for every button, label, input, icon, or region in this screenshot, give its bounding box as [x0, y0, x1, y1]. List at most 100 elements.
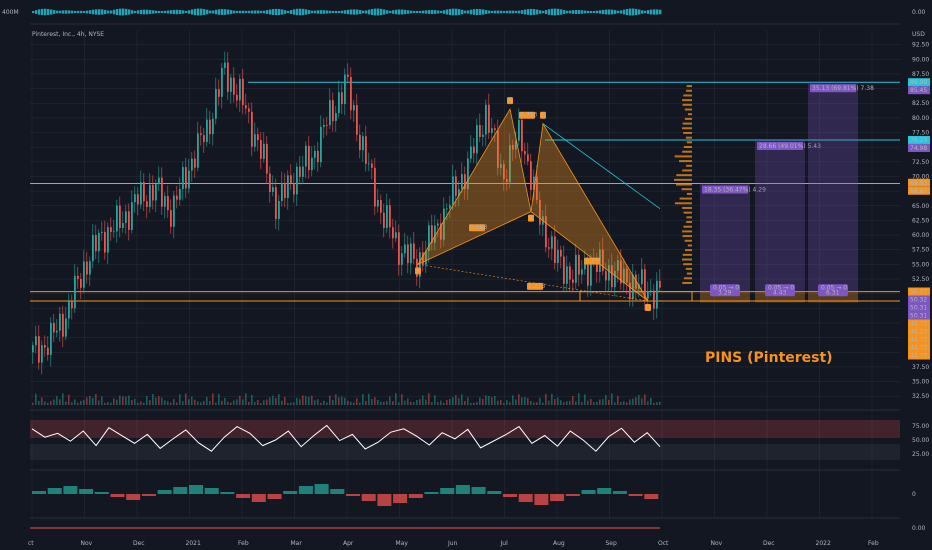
top-indicator-bar: [581, 10, 584, 14]
top-indicator-bar: [422, 10, 425, 14]
top-indicator-bar: [440, 10, 443, 14]
volume-bar: [332, 399, 334, 405]
volume-bar: [395, 393, 397, 405]
candle-body: [407, 244, 409, 264]
volume-profile-bar: [684, 108, 692, 111]
histogram-bar: [32, 491, 46, 494]
volume-bar: [473, 402, 475, 405]
candle-body: [248, 108, 250, 112]
top-indicator-bar: [137, 10, 140, 14]
volume-bar: [386, 401, 388, 405]
volume-bar: [158, 396, 160, 405]
histogram-bar: [110, 494, 125, 497]
top-indicator-bar: [299, 8, 302, 16]
top-indicator-bar: [167, 10, 170, 14]
volume-profile-bar: [682, 230, 692, 233]
volume-bar: [281, 400, 283, 405]
candle-body: [299, 166, 301, 177]
volume-bar: [41, 397, 43, 405]
top-indicator-bar: [311, 10, 314, 14]
top-indicator-bar: [362, 10, 365, 14]
bottom-indicator-value: 0.00: [912, 525, 926, 532]
volume-profile-bar: [683, 263, 692, 266]
volume-profile-bar: [683, 211, 692, 214]
time-tick: Feb: [238, 540, 249, 547]
candle-body: [65, 318, 67, 337]
top-indicator-bar: [224, 9, 227, 15]
volume-bar: [110, 402, 112, 405]
volume-bar: [518, 394, 520, 405]
top-indicator-bar: [41, 8, 44, 16]
candle-body: [518, 119, 520, 141]
volume-bar: [269, 397, 271, 405]
volume-bar: [248, 401, 250, 405]
top-indicator-bar: [194, 8, 197, 16]
volume-profile-bar: [683, 277, 692, 280]
volume-bar: [506, 400, 508, 405]
volume-bar: [353, 402, 355, 405]
candle-body: [221, 67, 223, 97]
candle-body: [260, 140, 262, 159]
top-indicator-bar: [158, 10, 161, 14]
top-indicator-bar: [530, 8, 533, 16]
histogram-bar: [141, 494, 156, 496]
candle-body: [194, 158, 196, 168]
top-indicator-bar: [527, 9, 530, 15]
price-label: 74.98: [910, 145, 927, 152]
chart-canvas[interactable]: 400M 0.00 Pinterest, Inc., 4h, NYSE USD …: [0, 0, 932, 550]
time-tick: Nov: [81, 540, 93, 547]
candle-body: [80, 278, 82, 288]
candle-body: [296, 166, 298, 195]
volume-bar: [524, 396, 526, 405]
volume-bar: [605, 395, 607, 405]
top-indicator-bar: [365, 10, 368, 14]
volume-bar: [356, 398, 358, 405]
price-tick: 32.50: [912, 393, 929, 400]
top-indicator-bar: [659, 9, 662, 15]
pattern-point-label: X: [416, 268, 420, 275]
histogram-bar: [565, 494, 580, 496]
top-indicator-bar: [278, 8, 281, 16]
volume-bar: [428, 393, 430, 405]
volume-bar: [215, 402, 217, 405]
time-tick: ct: [28, 540, 34, 547]
volume-profile-bar: [682, 150, 692, 153]
candle-body: [77, 275, 79, 279]
top-indicator-bar: [386, 10, 389, 14]
top-indicator-bar: [65, 10, 68, 14]
volume-bar: [227, 401, 229, 405]
volume-bar: [275, 397, 277, 405]
time-tick: Apr: [343, 540, 354, 547]
volume-bar: [47, 402, 49, 405]
volume-bar: [620, 402, 622, 405]
histogram-bar: [455, 485, 470, 494]
top-indicator-bar: [428, 10, 431, 14]
top-indicator-bar: [341, 10, 344, 14]
price-label: 85.45: [910, 87, 927, 94]
candle-body: [179, 189, 181, 200]
volume-bar: [131, 399, 133, 405]
volume-bar: [323, 400, 325, 405]
volume-bar: [308, 396, 310, 405]
candle-body: [254, 134, 256, 147]
volume-bar: [125, 396, 127, 405]
top-indicator-bar: [368, 9, 371, 15]
volume-bar: [134, 398, 136, 405]
top-indicator-bar: [494, 10, 497, 14]
top-indicator-bar: [446, 9, 449, 15]
volume-bar: [170, 402, 172, 405]
time-tick: 2021: [186, 540, 201, 547]
volume-bar: [491, 397, 493, 405]
volume-bar: [344, 397, 346, 405]
top-indicator-bar: [191, 9, 194, 15]
top-indicator-bar: [146, 9, 149, 15]
pattern-point-label: C: [541, 112, 545, 119]
candle-body: [272, 187, 274, 192]
top-indicator-bar: [491, 10, 494, 14]
pattern-ratio: 0.753: [520, 112, 537, 119]
top-indicator-bar: [407, 10, 410, 14]
top-indicator-bar: [122, 8, 125, 16]
top-indicator-bar: [395, 9, 398, 15]
price-tick: 52.50: [912, 276, 929, 283]
volume-bar: [56, 396, 58, 405]
